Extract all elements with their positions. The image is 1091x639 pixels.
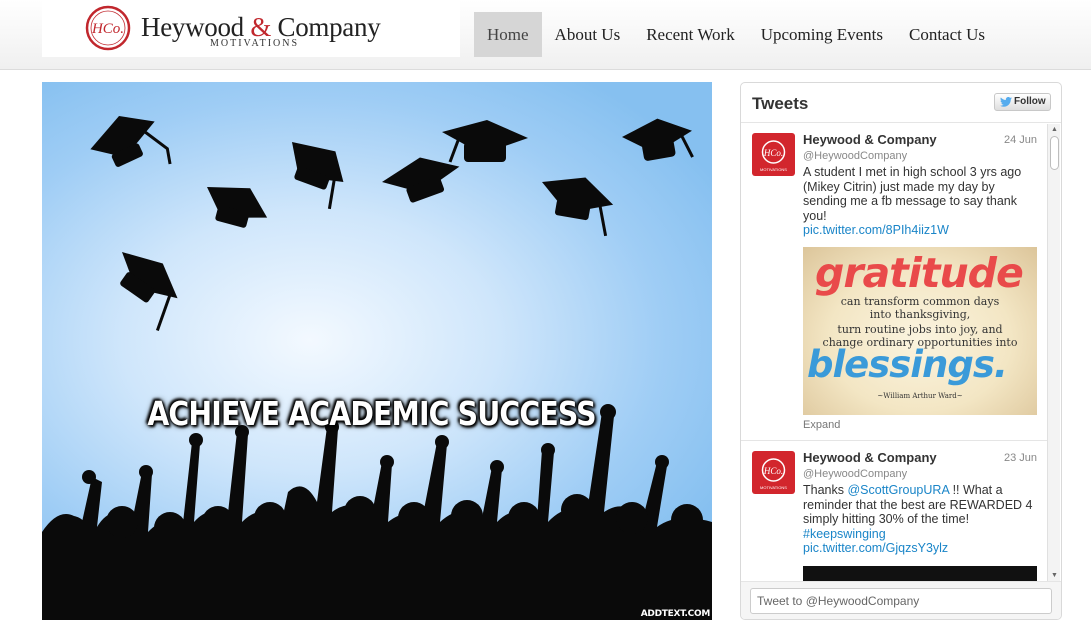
tweets-header: Tweets Follow bbox=[741, 83, 1061, 123]
hero-credit: ADDTEXT.COM bbox=[640, 609, 711, 619]
tweets-footer: Tweet to @HeywoodCompany bbox=[741, 581, 1061, 619]
tweet-date[interactable]: 23 Jun bbox=[1004, 452, 1037, 464]
tweet-text: Thanks @ScottGroupURA !! What a reminder… bbox=[803, 483, 1033, 555]
twitter-timeline-widget: Tweets Follow HCo. MOTIVATIONS Heywood &… bbox=[740, 82, 1062, 620]
scroll-down-arrow-icon[interactable]: ▼ bbox=[1049, 570, 1060, 581]
svg-text:MOTIVATIONS: MOTIVATIONS bbox=[760, 167, 787, 172]
tweet-link[interactable]: pic.twitter.com/8PIh4iiz1W bbox=[803, 223, 949, 237]
logo-seal-icon: HCo. MOTIVATIONS bbox=[760, 458, 787, 490]
tweet-author-name[interactable]: Heywood & Company bbox=[803, 132, 937, 147]
image-closing-word: blessings. bbox=[807, 343, 1008, 386]
tweet-text: A student I met in high school 3 yrs ago… bbox=[803, 165, 1022, 237]
nav-home[interactable]: Home bbox=[474, 12, 542, 57]
svg-text:MOTIVATIONS: MOTIVATIONS bbox=[760, 485, 787, 490]
tweet-item: HCo. MOTIVATIONS Heywood & Company 24 Ju… bbox=[741, 124, 1047, 441]
scroll-thumb[interactable] bbox=[1050, 136, 1059, 170]
svg-text:HCo.: HCo. bbox=[763, 466, 783, 476]
tweet-hashtag[interactable]: #keepswinging bbox=[803, 527, 886, 541]
logo-seal-icon: HCo. MOTIVATIONS bbox=[760, 140, 787, 172]
site-header: HCo. Heywood & Company MOTIVATIONS Home … bbox=[0, 0, 1091, 70]
tweet-author-name[interactable]: Heywood & Company bbox=[803, 450, 937, 465]
tweet-link[interactable]: pic.twitter.com/GjqzsY3ylz bbox=[803, 541, 948, 555]
tweets-title: Tweets bbox=[752, 94, 809, 113]
image-title-word: gratitude bbox=[815, 249, 1024, 297]
logo-seal-icon: HCo. bbox=[85, 5, 131, 51]
graduation-illustration bbox=[42, 116, 712, 620]
nav-recent-work[interactable]: Recent Work bbox=[633, 12, 748, 57]
tweet-item: HCo. MOTIVATIONS Heywood & Company 23 Ju… bbox=[741, 442, 1047, 581]
follow-button[interactable]: Follow bbox=[994, 93, 1051, 111]
tweet-date[interactable]: 24 Jun bbox=[1004, 134, 1037, 146]
tweet-mention[interactable]: @ScottGroupURA bbox=[847, 483, 949, 497]
tweet-author-handle[interactable]: @HeywoodCompany bbox=[803, 150, 907, 162]
twitter-bird-icon bbox=[1000, 97, 1012, 107]
tweets-list[interactable]: HCo. MOTIVATIONS Heywood & Company 24 Ju… bbox=[741, 124, 1047, 581]
hero-banner: ACHIEVE ACADEMIC SUCCESS ADDTEXT.COM bbox=[42, 82, 712, 620]
site-logo[interactable]: HCo. Heywood & Company MOTIVATIONS bbox=[42, 0, 460, 57]
tweet-author-handle[interactable]: @HeywoodCompany bbox=[803, 468, 907, 480]
svg-text:HCo.: HCo. bbox=[763, 148, 783, 158]
main-nav: Home About Us Recent Work Upcoming Event… bbox=[474, 12, 998, 57]
tweet-image[interactable]: gratitude can transform common days into… bbox=[803, 247, 1037, 415]
brand-subtitle: MOTIVATIONS bbox=[210, 38, 300, 49]
tweets-scrollbar[interactable]: ▲ ▼ bbox=[1047, 124, 1060, 581]
tweet-image[interactable] bbox=[803, 566, 1037, 581]
nav-upcoming-events[interactable]: Upcoming Events bbox=[748, 12, 896, 57]
nav-about-us[interactable]: About Us bbox=[542, 12, 634, 57]
tweet-compose-input[interactable]: Tweet to @HeywoodCompany bbox=[750, 588, 1052, 614]
avatar[interactable]: HCo. MOTIVATIONS bbox=[752, 451, 795, 494]
svg-text:HCo.: HCo. bbox=[91, 21, 124, 37]
avatar[interactable]: HCo. MOTIVATIONS bbox=[752, 133, 795, 176]
nav-contact-us[interactable]: Contact Us bbox=[896, 12, 998, 57]
hero-headline: ACHIEVE ACADEMIC SUCCESS bbox=[147, 394, 596, 433]
scroll-up-arrow-icon[interactable]: ▲ bbox=[1049, 124, 1060, 135]
expand-link[interactable]: Expand bbox=[803, 419, 840, 431]
